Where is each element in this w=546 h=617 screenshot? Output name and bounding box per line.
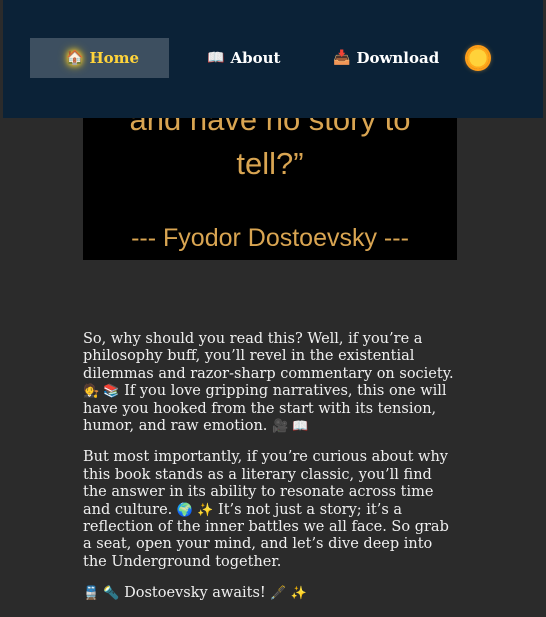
book-icon: 📖 [207,50,225,66]
article-paragraph-1: So, why should you read this? Well, if y… [83,331,458,435]
train-flashlight-icon: 🚆 🔦 [83,586,120,602]
quote-author: --- Fyodor Dostoevsky --- [131,224,409,252]
nav-download-label: Download [356,49,440,67]
paragraph-text: If you love gripping narratives, this on… [83,383,447,435]
article-body: So, why should you read this? Well, if y… [83,331,458,617]
home-icon: 🏠 [66,50,84,66]
article-paragraph-3: 🚆 🔦 Dostoevsky awaits! 🖋️ ✨ [83,585,458,602]
camera-book-icon: 🎥 📖 [272,419,309,435]
quote-line-2: tell?” [236,146,304,181]
paragraph-text: Dostoevsky awaits! [124,585,266,602]
paragraph-text: So, why should you read this? Well, if y… [83,331,454,382]
globe-sparkles-icon: 🌍 ✨ [176,502,214,518]
download-icon: 📥 [333,50,351,66]
sun-icon[interactable] [467,47,489,69]
judge-books-icon: 🧑‍⚖️ 📚 [83,384,120,400]
nav-about-link[interactable]: 📖 About [207,38,280,78]
nav-download-link[interactable]: 📥 Download [333,38,439,78]
nav-about-label: About [230,49,281,67]
nav-home-label: Home [89,49,140,67]
nav-home-link[interactable]: 🏠 Home [30,38,169,78]
top-navbar: 🏠 Home 📖 About 📥 Download [3,0,543,118]
article-paragraph-2: But most importantly, if you’re curious … [83,449,458,571]
pen-sparkles-icon: 🖋️ ✨ [270,586,307,602]
